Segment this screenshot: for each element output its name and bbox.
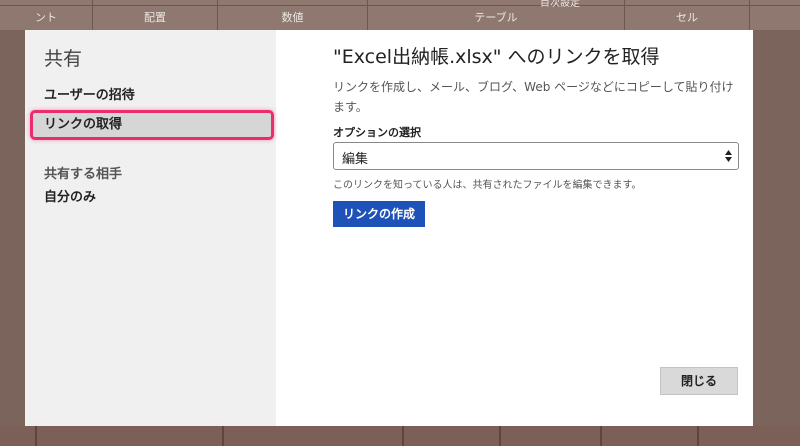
sheet-column-divider	[600, 426, 602, 446]
dialog-title: "Excel出納帳.xlsx" へのリンクを取得	[333, 46, 660, 68]
permission-select[interactable]: 編集	[333, 142, 739, 170]
shared-with-value: 自分のみ	[44, 190, 97, 205]
sidebar-title: 共有	[44, 48, 83, 70]
share-sidebar: 共有 ユーザーの招待 リンクの取得 共有する相手 自分のみ	[25, 30, 276, 426]
sheet-column-divider	[35, 426, 37, 446]
sheet-column-divider	[697, 426, 699, 446]
dialog-description: リンクを作成し、メール、ブログ、Web ページなどにコピーして貼り付けます。	[333, 80, 734, 114]
ribbon-group-label: 数値	[281, 11, 304, 24]
ribbon-group-label: 配置	[144, 11, 166, 24]
option-label: オプションの選択	[333, 126, 421, 139]
permission-hint: このリンクを知っている人は、共有されたファイルを編集できます。	[333, 180, 642, 191]
ribbon-group-font: ント	[0, 0, 93, 30]
sheet-column-divider	[222, 426, 224, 446]
sidebar-item-invite-people[interactable]: ユーザーの招待	[33, 82, 273, 110]
excel-ribbon-background: ント 配置 数値 テーブル セル 目次設定	[0, 0, 800, 30]
ribbon-group-table: テーブル	[368, 0, 625, 30]
select-arrows-icon	[725, 150, 732, 162]
shared-with-heading: 共有する相手	[44, 167, 123, 182]
sheet-background	[0, 426, 800, 446]
sheet-column-divider	[499, 426, 501, 446]
sheet-column-divider	[402, 426, 404, 446]
sidebar-item-get-link[interactable]: リンクの取得	[30, 110, 274, 140]
ribbon-top-text: 目次設定	[540, 0, 580, 9]
ribbon-group-label: ント	[35, 11, 57, 24]
share-dialog: 共有 ユーザーの招待 リンクの取得 共有する相手 自分のみ "Excel出納帳.…	[25, 30, 753, 426]
sidebar-item-label: ユーザーの招待	[44, 88, 135, 103]
ribbon-group-number: 数値	[218, 0, 368, 30]
ribbon-group-label: セル	[676, 11, 698, 24]
create-link-button[interactable]: リンクの作成	[333, 201, 425, 227]
permission-select-value: 編集	[342, 152, 369, 167]
ribbon-group-label: テーブル	[474, 11, 518, 24]
close-button[interactable]: 閉じる	[660, 367, 738, 395]
ribbon-group-cells: セル	[625, 0, 750, 30]
share-main-panel: "Excel出納帳.xlsx" へのリンクを取得 リンクを作成し、メール、ブログ…	[276, 30, 753, 426]
sidebar-item-label: リンクの取得	[44, 117, 123, 132]
ribbon-group-alignment: 配置	[93, 0, 218, 30]
